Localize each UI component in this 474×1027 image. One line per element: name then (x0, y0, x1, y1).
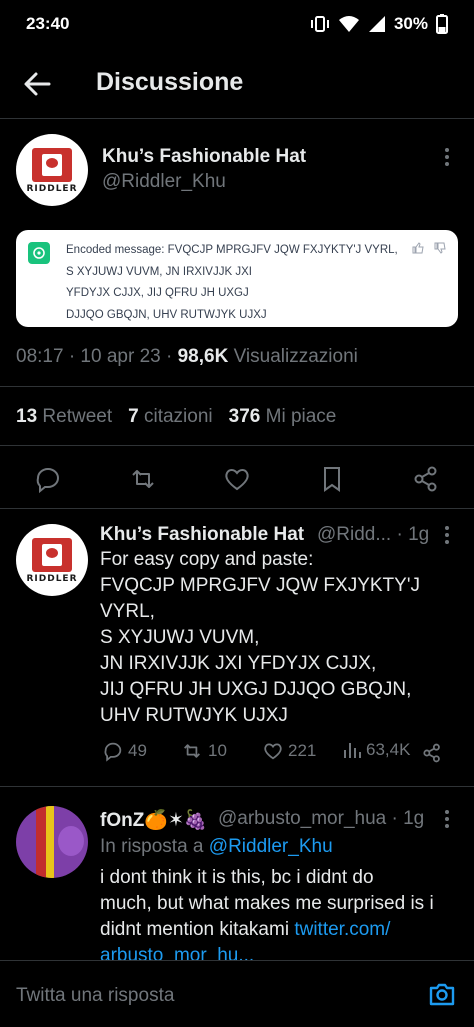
retweets-count: 13 (16, 406, 38, 427)
retweet-button[interactable]: 10 (180, 740, 227, 762)
like-count: 221 (288, 741, 317, 760)
reply-count: 49 (128, 741, 147, 760)
divider (0, 118, 474, 119)
views-count: 63,4K (366, 740, 411, 759)
tweet-stats: 13 Retweet 7 citazioni 376 Mi piace (16, 406, 344, 428)
tweet-image[interactable]: Encoded message: FVQCJP MPRGJFV JQW FXJY… (16, 230, 458, 327)
avatar-logo-text: RIDDLER (26, 184, 78, 194)
more-options-icon[interactable] (444, 810, 450, 828)
in-reply-prefix: In risposta a (100, 836, 209, 857)
more-options-icon[interactable] (444, 148, 450, 166)
tweet-meta: 08:17 · 10 apr 23 · 98,6K Visualizzazion… (16, 346, 358, 368)
retweet-icon (184, 744, 200, 758)
views-button[interactable]: 63,4K (342, 740, 410, 760)
signal-icon (368, 15, 386, 33)
status-time: 23:40 (26, 14, 70, 33)
quotes-count: 7 (128, 406, 139, 427)
riddler-logo-icon (32, 538, 72, 572)
reply-line: didnt mention kitakami twitter.com/ (100, 917, 434, 943)
likes-count: 376 (228, 406, 261, 427)
reply-line: VYRL, (100, 601, 155, 622)
camera-icon[interactable] (428, 981, 456, 1007)
encoded-line: DJJQO GBQJN, UHV RUTWJYK UJXJ (66, 308, 267, 321)
quotes-stat[interactable]: 7 citazioni (128, 406, 213, 428)
reply-composer[interactable]: Twitta una risposta (0, 960, 474, 1027)
reply-avatar[interactable] (16, 806, 88, 878)
reply-line-text: didnt mention kitakami (100, 919, 295, 940)
avatar[interactable]: RIDDLER (16, 134, 88, 206)
views-count: 98,6K (177, 346, 229, 367)
divider (0, 508, 474, 509)
in-reply-handle-link[interactable]: @Riddler_Khu (209, 836, 333, 857)
reply-line: much, but what makes me surprised is i (100, 893, 434, 914)
feedback-icons (412, 242, 446, 254)
encoded-line: Encoded message: FVQCJP MPRGJFV JQW FXJY… (66, 244, 398, 256)
tweet-timestamp: 08:17 · 10 apr 23 · (16, 346, 178, 367)
reply-author-name[interactable]: Khu’s Fashionable Hat (100, 524, 304, 546)
views-icon (344, 743, 361, 758)
tweet-author-handle[interactable]: @Riddler_Khu (102, 171, 226, 193)
bookmark-icon[interactable] (317, 464, 347, 494)
reply-line: FVQCJP MPRGJFV JQW FXJYKTY'J (100, 575, 420, 596)
reply-button[interactable]: 49 (102, 740, 147, 762)
like-icon (264, 743, 282, 760)
retweet-count: 10 (208, 741, 227, 760)
reply-icon (104, 742, 122, 762)
views-label: Visualizzazioni (228, 346, 358, 367)
retweets-label: Retweet (42, 406, 113, 427)
like-button[interactable]: 221 (262, 740, 316, 762)
reply-line: UHV RUTWJYK UJXJ (100, 705, 288, 726)
battery-icon (436, 14, 448, 34)
more-options-icon[interactable] (444, 526, 450, 544)
tweet-actions (0, 458, 474, 500)
reply-author-name[interactable]: fOnZ🍊✶🍇 (100, 808, 208, 832)
reply-line: JIJ QFRU JH UXGJ DJJQO GBQJN, (100, 679, 412, 700)
back-arrow-icon[interactable] (22, 70, 52, 98)
thumbs-up-icon (412, 242, 424, 254)
retweet-icon[interactable] (128, 464, 158, 494)
divider (0, 386, 474, 387)
encoded-line: YFDYJX CJJX, JIJ QFRU JH UXGJ (66, 287, 249, 299)
reply-author-handle[interactable]: @Ridd... · 1g (317, 524, 429, 546)
reply-line: i dont think it is this, bc i didnt do (100, 867, 374, 888)
tweet-link[interactable]: twitter.com/ (294, 919, 390, 940)
reply-line: S XYJUWJ VUVM, (100, 627, 260, 648)
reply-line: JN IRXIVJJK JXI YFDYJX CJJX, (100, 653, 377, 674)
share-icon[interactable] (411, 464, 441, 494)
vibrate-icon (310, 15, 330, 33)
likes-label: Mi piace (265, 406, 337, 427)
like-icon[interactable] (222, 464, 252, 494)
reply-author-handle[interactable]: @arbusto_mor_hua · 1g (218, 808, 424, 830)
chatgpt-icon (28, 242, 50, 264)
wifi-icon (338, 15, 360, 33)
tweet-author-name[interactable]: Khu’s Fashionable Hat (102, 146, 306, 168)
reply-input-placeholder[interactable]: Twitta una risposta (16, 985, 174, 1007)
share-icon[interactable] (421, 742, 443, 764)
encoded-message: Encoded message: FVQCJP MPRGJFV JQW FXJY… (66, 240, 444, 326)
quotes-label: citazioni (143, 406, 213, 427)
reply-text: i dont think it is this, bc i didnt do m… (100, 865, 434, 969)
likes-stat[interactable]: 376 Mi piace (229, 406, 337, 428)
riddler-logo-icon (32, 148, 72, 182)
status-icons: 30% (310, 14, 448, 34)
reply-text: For easy copy and paste: FVQCJP MPRGJFV … (100, 547, 420, 729)
header: Discussione (0, 52, 474, 116)
divider (0, 445, 474, 446)
avatar-logo-text: RIDDLER (26, 574, 78, 584)
thumbs-down-icon (434, 242, 446, 254)
page-title: Discussione (96, 68, 244, 96)
reply-avatar[interactable]: RIDDLER (16, 524, 88, 596)
reply-icon[interactable] (33, 464, 63, 494)
status-bar: 23:40 30% (0, 0, 474, 48)
divider (0, 786, 474, 787)
retweets-stat[interactable]: 13 Retweet (16, 406, 112, 428)
encoded-line: S XYJUWJ VUVM, JN IRXIVJJK JXI (66, 265, 252, 278)
reply-actions: 49 10 221 63,4K (100, 740, 450, 768)
battery-percent: 30% (393, 14, 428, 33)
reply-line: For easy copy and paste: (100, 549, 314, 570)
in-reply-to: In risposta a @Riddler_Khu (100, 834, 333, 860)
